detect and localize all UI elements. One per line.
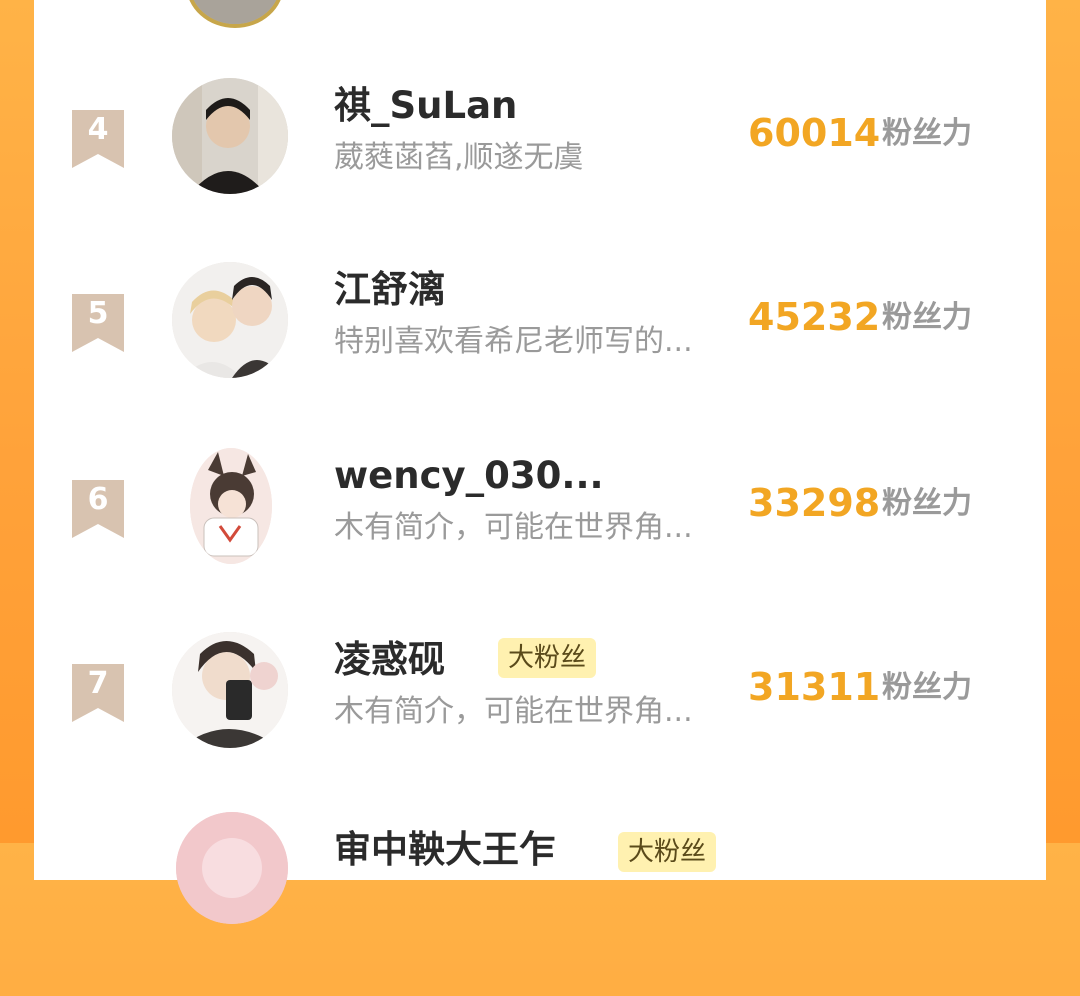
rank-number: 7 xyxy=(87,666,109,701)
rank-badge: 6 xyxy=(72,480,124,538)
avatar[interactable] xyxy=(190,448,272,564)
user-bio: 特别喜欢看希尼老师写的... xyxy=(334,324,693,359)
fan-power-score: 60014 xyxy=(748,111,881,155)
user-name[interactable]: 江舒漓 xyxy=(334,268,445,312)
fan-power-label: 粉丝力 xyxy=(882,300,972,335)
user-bio: 木有简介，可能在世界角... xyxy=(334,694,693,729)
rank-badge: 4 xyxy=(72,110,124,168)
fan-power-score: 31311 xyxy=(748,665,881,709)
list-item[interactable]: 6 wency_030... 木有简介，可能在世界角... 33298 粉丝力 xyxy=(34,448,1046,632)
rank-number: 4 xyxy=(87,112,109,147)
list-item[interactable]: 审中鞅大王乍 大粉丝 xyxy=(34,812,1046,996)
big-fan-tag: 大粉丝 xyxy=(498,638,597,678)
fan-power-score: 45232 xyxy=(748,295,881,339)
avatar[interactable] xyxy=(172,262,288,378)
rank-number: 5 xyxy=(87,296,109,331)
user-name[interactable]: 祺_SuLan xyxy=(334,84,517,128)
big-fan-tag: 大粉丝 xyxy=(618,832,717,872)
user-bio: 木有简介，可能在世界角... xyxy=(334,510,693,545)
list-item[interactable]: 4 祺_SuLan 葳蕤菡萏,顺遂无虞 60014 粉丝力 xyxy=(34,78,1046,262)
avatar[interactable] xyxy=(172,78,288,194)
fan-power-score: 33298 xyxy=(748,481,881,525)
list-item[interactable]: 5 江舒漓 特别喜欢看希尼老师写的... 45232 粉丝力 xyxy=(34,262,1046,446)
avatar[interactable] xyxy=(172,632,288,748)
fan-power-label: 粉丝力 xyxy=(882,670,972,705)
rank-number: 6 xyxy=(87,482,109,517)
user-name[interactable]: wency_030... xyxy=(334,454,604,498)
fan-power-label: 粉丝力 xyxy=(882,486,972,521)
user-bio: 葳蕤菡萏,顺遂无虞 xyxy=(334,140,584,175)
user-name[interactable]: 凌惑砚 xyxy=(334,638,445,682)
fan-power-label: 粉丝力 xyxy=(882,116,972,151)
list-item[interactable]: 7 凌惑砚 大粉丝 木有简介，可能在世界角... 31311 粉丝力 xyxy=(34,632,1046,816)
avatar[interactable] xyxy=(176,812,288,924)
rank-badge: 5 xyxy=(72,294,124,352)
user-name[interactable]: 审中鞅大王乍 xyxy=(334,828,556,872)
rank-badge: 7 xyxy=(72,664,124,722)
